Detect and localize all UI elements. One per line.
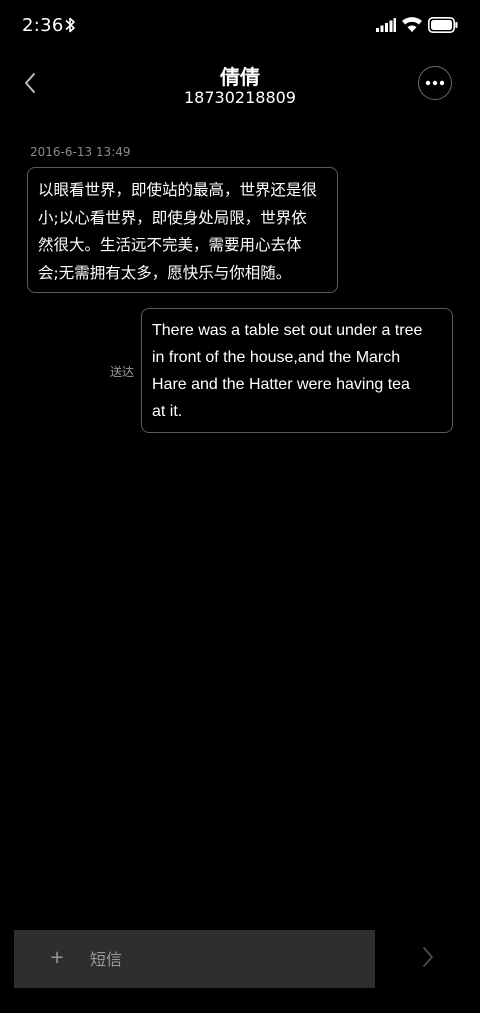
more-options-button[interactable] — [418, 66, 452, 100]
more-horizontal-icon — [425, 80, 445, 86]
incoming-message-bubble[interactable]: 以眼看世界，即使站的最高，世界还是很 小;以心看世界，即使身处局限，世界依 然很… — [27, 167, 338, 293]
message-composer: + — [14, 930, 375, 988]
sms-conversation-screen: 2:36 倩倩 18730218809 2016-6-13 13:49 以眼看世… — [0, 0, 480, 1013]
delivery-status-label: 送达 — [110, 365, 135, 379]
signal-icon — [376, 18, 396, 32]
message-input[interactable] — [90, 944, 360, 974]
bluetooth-icon — [65, 17, 75, 33]
message-text-line: 小;以心看世界，即使身处局限，世界依 — [38, 208, 307, 227]
add-attachment-button[interactable]: + — [46, 947, 68, 969]
message-text-line: 然很大。生活远不完美，需要用心去体 — [38, 236, 302, 254]
send-button[interactable] — [418, 944, 438, 970]
message-text-line: in front of the house,and the March — [152, 349, 401, 366]
chevron-right-icon — [423, 947, 433, 967]
contact-name: 倩倩 — [220, 65, 260, 89]
message-text-line: There was a table set out under a tree — [152, 322, 423, 339]
message-text-line: 以眼看世界，即使站的最高，世界还是很 — [38, 181, 318, 199]
status-time: 2:36 — [22, 15, 64, 36]
contact-phone-number: 18730218809 — [184, 88, 296, 107]
battery-icon — [428, 17, 458, 33]
message-text-line: at it. — [152, 403, 183, 420]
message-text-line: Hare and the Hatter were having tea — [152, 376, 410, 393]
outgoing-message-bubble[interactable]: There was a table set out under a tree i… — [141, 308, 453, 433]
wifi-icon — [402, 17, 422, 32]
message-text-line: 会;无需拥有太多，愿快乐与你相随。 — [38, 263, 292, 282]
status-bar: 2:36 — [0, 0, 480, 52]
message-timestamp: 2016-6-13 13:49 — [30, 145, 131, 159]
conversation-header: 倩倩 18730218809 — [0, 52, 480, 122]
